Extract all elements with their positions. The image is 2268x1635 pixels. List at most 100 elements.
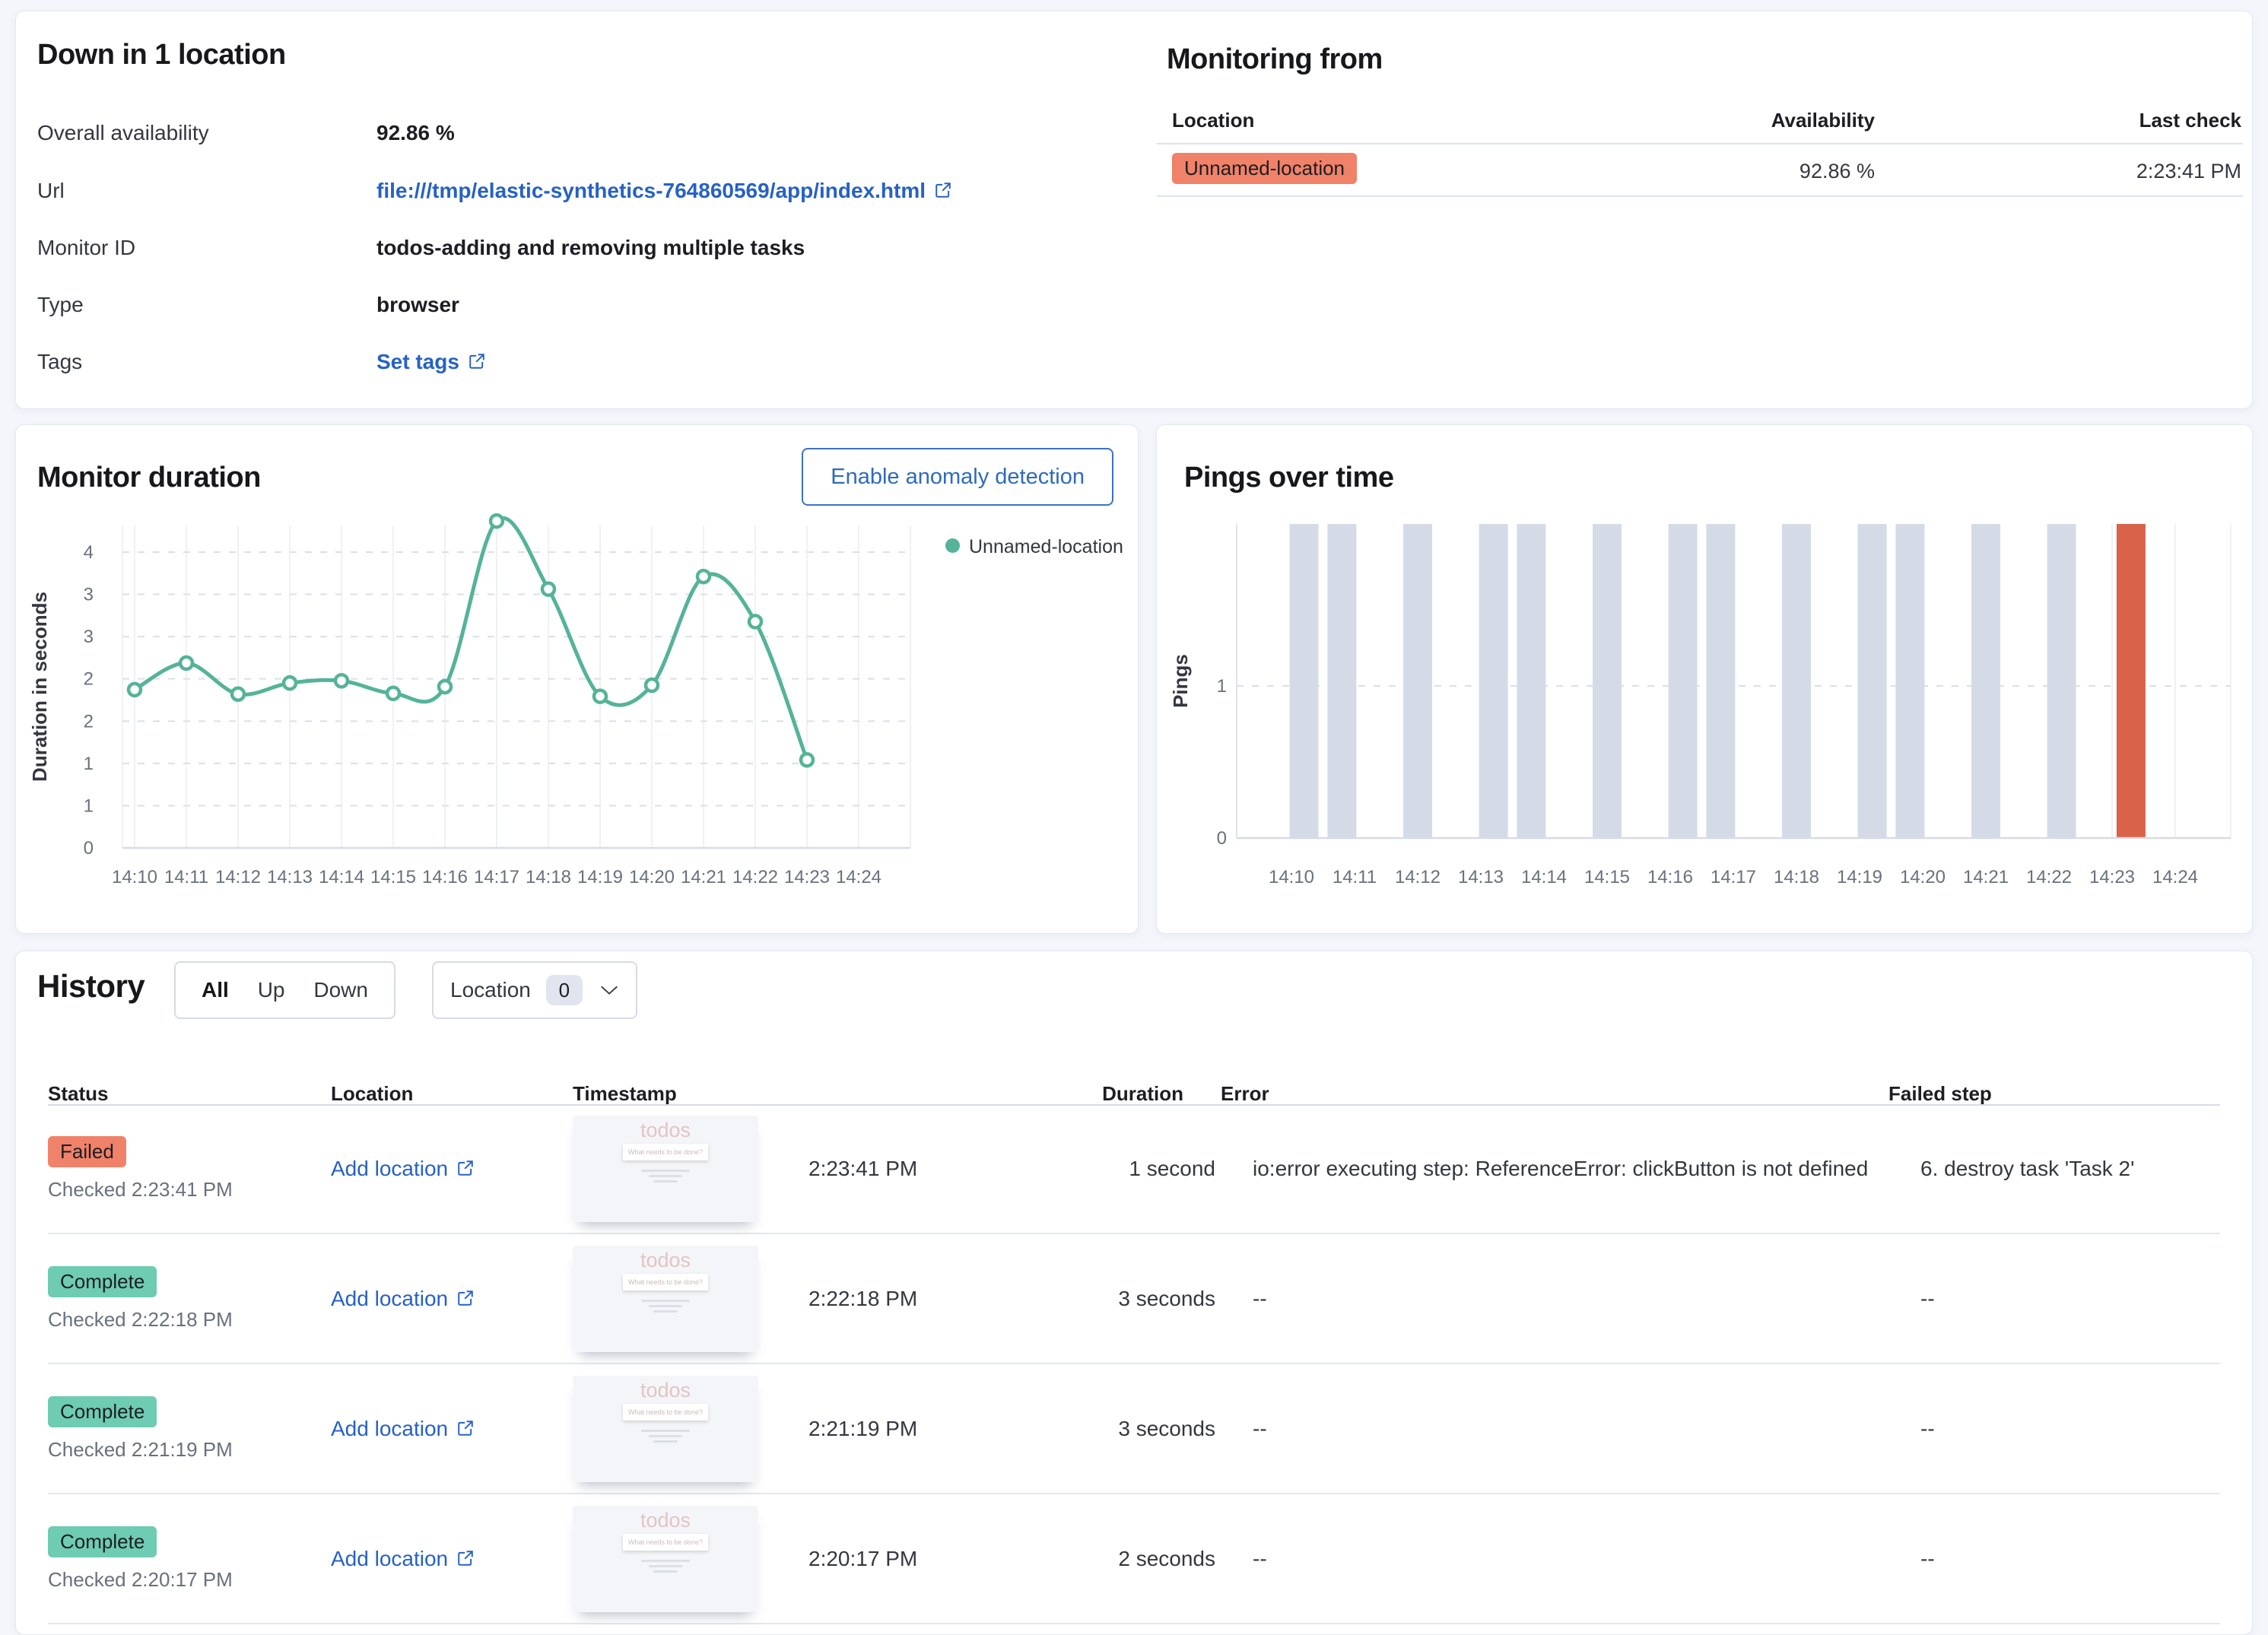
svg-text:14:10: 14:10 — [1269, 867, 1314, 887]
table-divider — [1157, 143, 2243, 144]
svg-text:14:12: 14:12 — [215, 867, 261, 887]
monitoring-from-title: Monitoring from — [1167, 43, 1383, 75]
monitor-duration-panel: Monitor duration Enable anomaly detectio… — [15, 424, 1139, 934]
field-value: browser — [376, 293, 459, 316]
svg-text:14:20: 14:20 — [629, 867, 675, 887]
field-label: Monitor ID — [37, 236, 136, 259]
svg-text:14:18: 14:18 — [526, 867, 571, 887]
timestamp-value: 2:23:41 PM — [808, 1156, 918, 1180]
svg-text:1: 1 — [84, 754, 94, 774]
thumbnail-app-title: todos — [640, 1118, 691, 1141]
svg-text:0: 0 — [1217, 828, 1227, 849]
add-location-link[interactable]: Add location — [331, 1547, 448, 1570]
error-message: io:error executing step: ReferenceError:… — [1253, 1156, 1869, 1180]
svg-text:14:15: 14:15 — [370, 867, 416, 887]
chevron-down-icon — [599, 983, 619, 997]
filter-up-button[interactable]: Up — [258, 978, 285, 1002]
location-filter-dropdown[interactable]: Location 0 — [432, 961, 637, 1019]
step-screenshot-thumbnail[interactable]: todos What needs to be done? — [573, 1505, 758, 1612]
svg-text:14:23: 14:23 — [784, 867, 830, 887]
col-header-status: Status — [48, 1082, 109, 1105]
svg-text:14:23: 14:23 — [2089, 867, 2135, 887]
svg-text:14:16: 14:16 — [1647, 867, 1693, 887]
thumbnail-app-title: todos — [640, 1378, 691, 1402]
failed-step-value: -- — [1920, 1286, 1935, 1310]
external-link-icon — [456, 1288, 475, 1308]
checked-timestamp: Checked 2:21:19 PM — [48, 1437, 233, 1461]
svg-text:1: 1 — [84, 795, 94, 816]
duration-value: 1 second — [1129, 1156, 1215, 1180]
duration-value: 2 seconds — [1118, 1546, 1215, 1570]
svg-text:14:14: 14:14 — [319, 867, 364, 887]
field-label: Tags — [37, 350, 83, 373]
external-link-icon — [456, 1158, 475, 1178]
timestamp-value: 2:22:18 PM — [808, 1286, 918, 1310]
svg-text:1: 1 — [1217, 676, 1227, 697]
set-tags-link[interactable]: Set tags — [376, 350, 459, 373]
status-badge: Complete — [48, 1395, 157, 1427]
duration-value: 3 seconds — [1118, 1416, 1215, 1440]
field-tags: Tags Set tags — [37, 350, 1117, 383]
svg-text:0: 0 — [84, 838, 94, 859]
pings-chart: Pings 14:10 14:11 14:12 14:13 14:14 14:15 14:16… — [1169, 524, 2231, 887]
thumbnail-input: What needs to be done? — [623, 1273, 708, 1291]
field-label: Type — [37, 293, 84, 316]
timestamp-value: 2:21:19 PM — [808, 1416, 918, 1440]
error-message: -- — [1253, 1416, 1267, 1440]
monitor-url-link[interactable]: file:///tmp/elastic-synthetics-764860569… — [376, 179, 926, 202]
svg-text:14:17: 14:17 — [1711, 867, 1756, 887]
history-panel: History All Up Down Location 0 Status Lo… — [15, 951, 2253, 1635]
add-location-link[interactable]: Add location — [331, 1287, 448, 1310]
step-screenshot-thumbnail[interactable]: todos What needs to be done? — [573, 1115, 758, 1222]
col-header-error: Error — [1221, 1082, 1269, 1105]
status-badge: Complete — [48, 1525, 157, 1557]
svg-text:14:21: 14:21 — [681, 867, 726, 887]
svg-text:3: 3 — [84, 627, 94, 647]
external-link-icon — [467, 351, 487, 371]
filter-down-button[interactable]: Down — [313, 978, 368, 1002]
legend-item-unnamed-location[interactable]: Unnamed-location — [945, 536, 1123, 558]
status-badge: Complete — [48, 1265, 157, 1297]
external-link-icon — [933, 180, 953, 200]
column-header-last-check: Last check — [2139, 109, 2241, 132]
history-row: Complete Checked 2:20:17 PM Add location … — [48, 1494, 2220, 1624]
column-header-availability: Availability — [1771, 109, 1875, 132]
add-location-link[interactable]: Add location — [331, 1157, 448, 1180]
svg-text:3: 3 — [84, 585, 94, 605]
duration-value: 3 seconds — [1118, 1286, 1215, 1310]
svg-text:14:10: 14:10 — [112, 867, 157, 887]
field-value: 92.86 % — [376, 121, 455, 144]
table-divider — [1157, 195, 2243, 197]
svg-text:14:22: 14:22 — [732, 867, 778, 887]
thumbnail-input: What needs to be done? — [623, 1533, 708, 1551]
add-location-link[interactable]: Add location — [331, 1417, 448, 1440]
svg-text:2: 2 — [84, 711, 94, 732]
col-header-timestamp: Timestamp — [573, 1082, 677, 1105]
availability-value: 92.86 % — [1799, 160, 1875, 183]
checked-timestamp: Checked 2:22:18 PM — [48, 1307, 233, 1331]
step-screenshot-thumbnail[interactable]: todos What needs to be done? — [573, 1245, 758, 1352]
failed-step-value: -- — [1920, 1546, 1935, 1570]
filter-all-button[interactable]: All — [202, 978, 229, 1002]
col-header-location: Location — [331, 1082, 414, 1105]
history-row: Complete Checked 2:21:19 PM Add location … — [48, 1364, 2220, 1494]
col-header-duration: Duration — [1102, 1082, 1183, 1105]
thumbnail-footer-lines — [573, 1299, 758, 1313]
svg-text:14:15: 14:15 — [1584, 867, 1630, 887]
svg-text:14:24: 14:24 — [836, 867, 881, 887]
legend-label: Unnamed-location — [969, 536, 1123, 557]
thumbnail-footer-lines — [573, 1429, 758, 1443]
history-title: History — [37, 968, 145, 1004]
checked-timestamp: Checked 2:23:41 PM — [48, 1177, 233, 1201]
history-row: Failed Checked 2:23:41 PM Add location to… — [48, 1104, 2220, 1234]
failed-step-value: 6. destroy task 'Task 2' — [1920, 1156, 2135, 1180]
svg-text:14:13: 14:13 — [267, 867, 313, 887]
svg-text:14:19: 14:19 — [1837, 867, 1882, 887]
step-screenshot-thumbnail[interactable]: todos What needs to be done? — [573, 1375, 758, 1482]
field-monitor-id: Monitor ID todos-adding and removing mul… — [37, 236, 1117, 269]
thumbnail-app-title: todos — [640, 1248, 691, 1271]
field-value: todos-adding and removing multiple tasks — [376, 236, 805, 259]
error-message: -- — [1253, 1286, 1267, 1310]
svg-text:14:22: 14:22 — [2026, 867, 2072, 887]
svg-text:14:14: 14:14 — [1521, 867, 1567, 887]
